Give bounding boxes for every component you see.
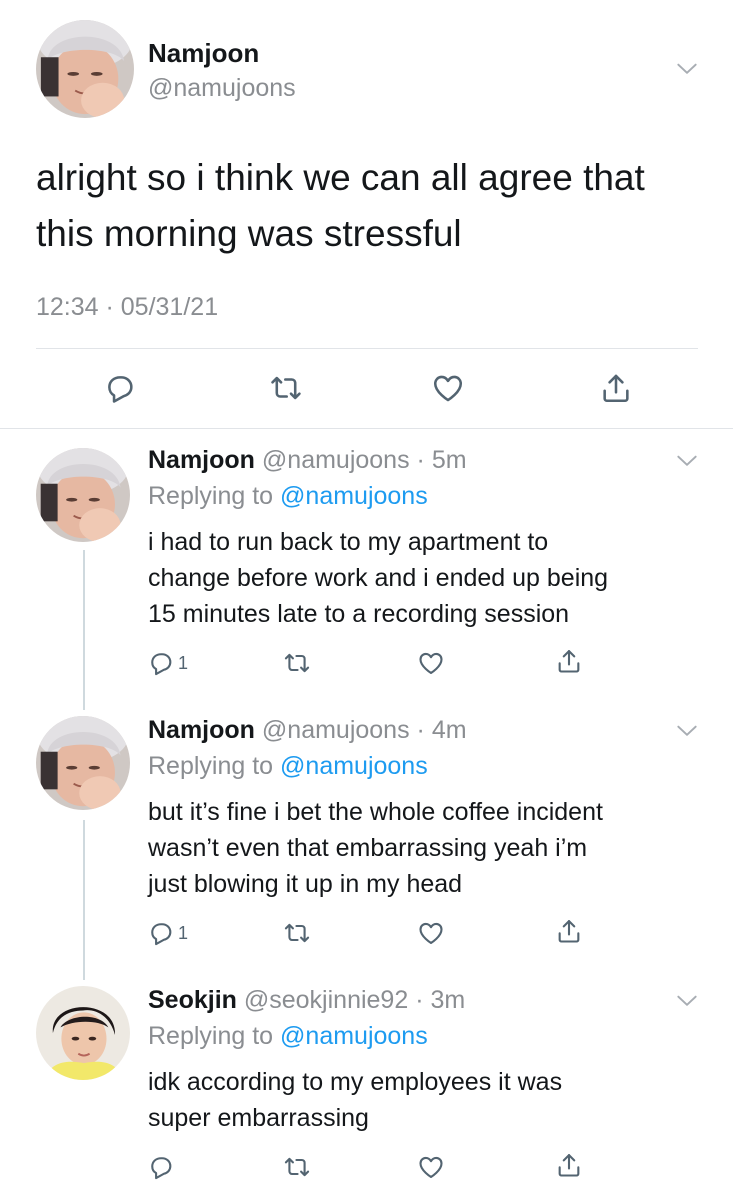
reply-icon[interactable] <box>146 648 176 678</box>
replying-to-handle[interactable]: @namujoons <box>280 1022 428 1050</box>
retweet-icon[interactable] <box>282 918 312 948</box>
reply-count: 1 <box>178 923 189 943</box>
chevron-down-icon[interactable] <box>674 988 700 1014</box>
author-handle[interactable]: @namujoons <box>262 716 410 744</box>
like-icon[interactable] <box>416 648 446 678</box>
replying-to-handle[interactable]: @namujoons <box>280 482 428 510</box>
share-icon[interactable] <box>554 646 584 676</box>
chevron-down-icon[interactable] <box>674 448 700 474</box>
reply-header: Seokjin @seokjinnie92 · 3m <box>148 986 465 1015</box>
replying-to: Replying to @namujoons <box>148 752 428 780</box>
replying-to-handle[interactable]: @namujoons <box>280 752 428 780</box>
tweet-text-line: alright so i think we can all agree that <box>36 157 645 198</box>
reply-header: Namjoon @namujoons · 5m <box>148 446 467 475</box>
retweet-icon[interactable] <box>266 368 306 408</box>
reply-text: but it’s fine i bet the whole coffee inc… <box>148 798 603 898</box>
thread-line <box>83 820 85 980</box>
tweet-time: · 5m <box>416 446 467 474</box>
divider <box>0 428 733 429</box>
avatar[interactable] <box>36 448 130 542</box>
chevron-down-icon[interactable] <box>674 718 700 744</box>
author-name[interactable]: Namjoon <box>148 716 255 744</box>
replying-to: Replying to @namujoons <box>148 482 428 510</box>
author-handle[interactable]: @namujoons <box>262 446 410 474</box>
thread-line <box>83 550 85 710</box>
like-icon[interactable] <box>428 368 468 408</box>
avatar[interactable] <box>36 20 134 118</box>
tweet-time: · 3m <box>415 986 466 1014</box>
reply-header: Namjoon @namujoons · 4m <box>148 716 467 745</box>
reply-icon[interactable] <box>146 918 176 948</box>
reply-text: idk according to my employees it was sup… <box>148 1068 563 1132</box>
like-icon[interactable] <box>416 1152 446 1182</box>
share-icon[interactable] <box>554 916 584 946</box>
tweet-text: alright so i think we can all agree that… <box>36 150 716 262</box>
reply-text: i had to run back to my apartment to cha… <box>148 528 609 628</box>
author-name[interactable]: Seokjin <box>148 986 237 1014</box>
share-icon[interactable] <box>596 368 636 408</box>
reply-icon[interactable] <box>100 368 140 408</box>
retweet-icon[interactable] <box>282 648 312 678</box>
like-icon[interactable] <box>416 918 446 948</box>
author-name[interactable]: Namjoon <box>148 446 255 474</box>
avatar[interactable] <box>36 716 130 810</box>
retweet-icon[interactable] <box>282 1152 312 1182</box>
author-handle[interactable]: @namujoons <box>148 74 296 103</box>
reply-count: 1 <box>178 653 189 673</box>
chevron-down-icon[interactable] <box>674 56 700 82</box>
tweet-timestamp: 12:34 · 05/31/21 <box>36 293 219 321</box>
replying-to: Replying to @namujoons <box>148 1022 428 1050</box>
share-icon[interactable] <box>554 1150 584 1180</box>
avatar[interactable] <box>36 986 130 1080</box>
reply-icon[interactable] <box>146 1152 176 1182</box>
tweet-text-line: this morning was stressful <box>36 213 462 254</box>
author-name[interactable]: Namjoon <box>148 38 259 69</box>
tweet-time: · 4m <box>416 716 467 744</box>
author-handle[interactable]: @seokjinnie92 <box>244 986 408 1014</box>
divider <box>36 348 698 349</box>
